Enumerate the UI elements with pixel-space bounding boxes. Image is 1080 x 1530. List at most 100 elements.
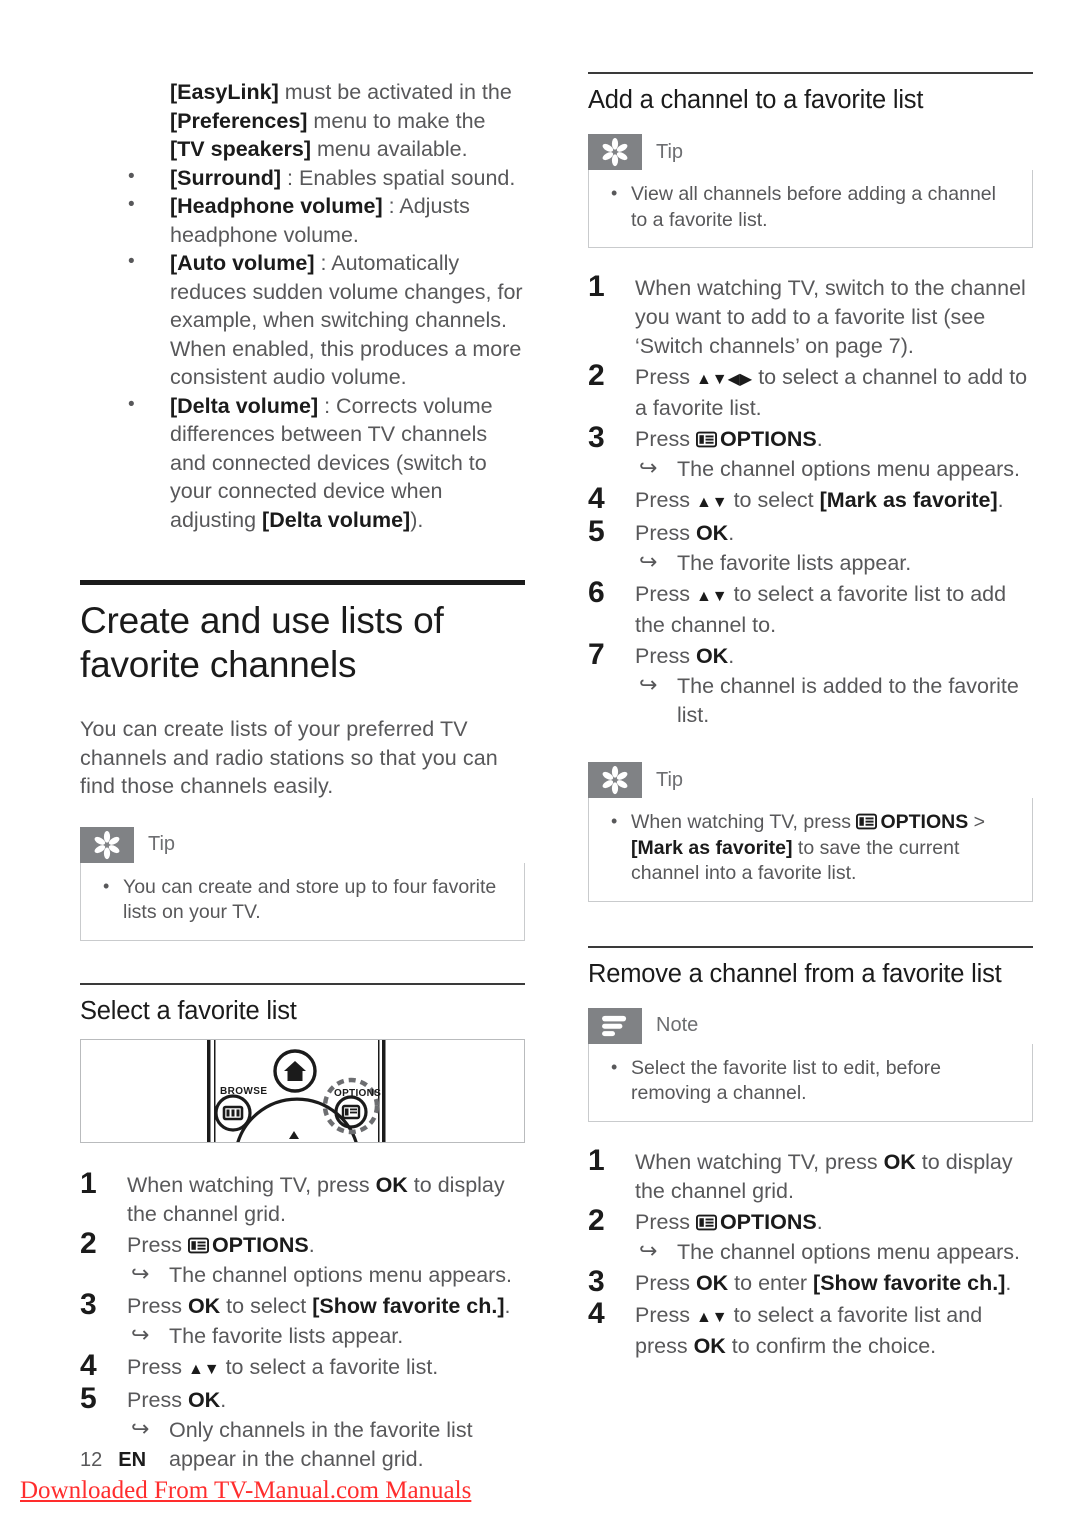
step-item: 6 Press ▲▼ to select a favorite list to a… (588, 576, 1033, 640)
tip-item-list: View all channels before adding a channe… (605, 181, 1016, 233)
step-text: Press OK to enter [Show favorite ch.]. (635, 1270, 1012, 1295)
step-text: Press OPTIONS. (127, 1232, 315, 1257)
step-item: 7 Press OK.The channel is added to the fa… (588, 638, 1033, 730)
remote-control-illustration: BROWSE OPTIONS (207, 1039, 386, 1142)
step-text: Press ▲▼ to select a favorite list and p… (635, 1302, 983, 1358)
step-text: Press OK. (127, 1387, 227, 1412)
step-result: The channel options menu appears. (635, 1236, 1033, 1267)
step-text: Press ▲▼ to select a favorite list. (127, 1354, 439, 1379)
options-icon-line-2 (350, 1111, 357, 1113)
step-text: Press OK. (635, 521, 735, 545)
emphasis-text: OPTIONS (211, 1232, 309, 1257)
tip-label: Tip (148, 833, 176, 855)
tip-callout-view-all-channels: Tip View all channels before adding a ch… (588, 134, 1033, 248)
options-icon (695, 431, 717, 448)
step-item: 4 Press ▲▼ to select [Mark as favorite]. (588, 482, 1033, 517)
step-number: 4 (588, 482, 605, 515)
step-number: 2 (80, 1226, 97, 1260)
direction-arrows-icon: ▲▼ (695, 588, 728, 605)
manual-page: [EasyLink] must be activated in the [Pre… (0, 0, 1080, 1530)
tip-badge (588, 762, 642, 798)
callout-header: Tip (80, 826, 525, 863)
step-result: The channel options menu appears. (635, 453, 1033, 484)
step-item: 4 Press ▲▼ to select a favorite list and … (588, 1297, 1033, 1361)
menu-term: [Surround] (170, 165, 282, 190)
step-text: Press ▲▼ to select [Mark as favorite]. (635, 488, 1004, 512)
tip-callout-mark-as-favorite: Tip When watching TV, press OPTIONS > [M… (588, 762, 1033, 902)
note-label: Note (656, 1014, 699, 1036)
chapter-rule (80, 580, 525, 585)
list-item: [Surround] : Enables spatial sound. (80, 163, 525, 193)
tip-label: Tip (656, 768, 684, 791)
emphasis-text: OK (187, 1293, 221, 1318)
emphasis-text: OPTIONS (719, 1209, 817, 1234)
emphasis-text: OPTIONS (880, 811, 969, 833)
step-text: Press OPTIONS. (635, 427, 823, 451)
remote-edge-right-2 (382, 1039, 386, 1142)
emphasis-text: OK (375, 1172, 408, 1197)
step-number: 5 (80, 1381, 97, 1415)
direction-arrows-icon: ▲▼ (187, 1360, 220, 1378)
options-icon (856, 813, 878, 830)
list-item: When watching TV, press OPTIONS > [Mark … (605, 809, 1016, 887)
section-heading-select-favorite-list: Select a favorite list (80, 996, 297, 1025)
options-icon (695, 1214, 717, 1230)
tip-body: When watching TV, press OPTIONS > [Mark … (588, 798, 1033, 902)
remote-edge-left-2 (214, 1039, 216, 1142)
page-title: Create and use lists of favorite channel… (80, 600, 444, 685)
step-result: The channel options menu appears. (127, 1259, 525, 1290)
step-item: 2 Press ▲▼◀▶ to select a channel to add t… (588, 359, 1033, 423)
watermark-link[interactable]: Downloaded From TV-Manual.com Manuals (20, 1477, 471, 1505)
step-item: 1 When watching TV, switch to the channel… (588, 270, 1033, 361)
step-text: When watching TV, press OK to display th… (127, 1172, 505, 1226)
step-text: When watching TV, press OK to display th… (635, 1149, 1013, 1203)
step-item: 5 Press OK.Only channels in the favorite … (80, 1382, 525, 1474)
emphasis-text: OK (695, 521, 729, 545)
list-item: View all channels before adding a channe… (605, 181, 1016, 233)
step-item: 3 Press OK to enter [Show favorite ch.]. (588, 1265, 1033, 1299)
page-number: 12 (80, 1449, 103, 1471)
step-text: Press ▲▼◀▶ to select a channel to add to… (635, 365, 1028, 420)
direction-arrows-icon: ▲▼◀▶ (695, 371, 753, 388)
step-item: 3 Press OPTIONS.The channel options menu … (588, 421, 1033, 484)
steps-select-favorite-list: 1 When watching TV, press OK to display t… (80, 1167, 525, 1474)
step-number: 2 (588, 359, 605, 392)
emphasis-text: [Mark as favorite] (631, 836, 793, 859)
step-number: 1 (588, 270, 605, 303)
emphasis-text: OK (695, 644, 729, 668)
step-number: 4 (588, 1296, 605, 1330)
list-item: [Delta volume] : Corrects volume differe… (80, 391, 525, 535)
direction-arrows-icon: ▲▼ (695, 494, 728, 511)
emphasis-text: OK (883, 1149, 916, 1174)
note-body: Select the favorite list to edit, before… (588, 1043, 1033, 1122)
tip-label: Tip (656, 140, 684, 163)
up-arrow-icon (289, 1130, 299, 1139)
step-number: 3 (80, 1287, 97, 1321)
callout-header: Tip (588, 134, 1033, 170)
list-item: Select the favorite list to edit, before… (605, 1055, 1016, 1107)
note-item-list: Select the favorite list to edit, before… (605, 1055, 1016, 1107)
steps-remove-channel: 1 When watching TV, press OK to display t… (588, 1144, 1033, 1361)
list-item: [Auto volume] : Automatically reduces su… (80, 248, 525, 392)
tip-body: View all channels before adding a channe… (588, 170, 1033, 248)
menu-term: [Preferences] (170, 108, 308, 133)
step-item: 5 Press OK.The favorite lists appear. (588, 515, 1033, 578)
step-item: 2 Press OPTIONS.The channel options menu … (588, 1204, 1033, 1267)
section-heading-remove-channel: Remove a channel from a favorite list (588, 959, 1002, 988)
sound-options-list: [Surround] : Enables spatial sound.[Head… (80, 163, 525, 535)
list-item: [Headphone volume] : Adjusts headphone v… (80, 191, 525, 249)
list-item: You can create and store up to four favo… (97, 874, 508, 926)
tip-body: You can create and store up to four favo… (80, 862, 525, 941)
step-number: 6 (588, 576, 605, 609)
step-number: 5 (588, 515, 605, 548)
chapter-intro-text: You can create lists of your preferred T… (80, 717, 498, 798)
menu-term: [Headphone volume] (170, 194, 383, 218)
step-text: Press OK to select [Show favorite ch.]. (127, 1293, 511, 1318)
step-text: When watching TV, switch to the channel … (635, 276, 1026, 358)
menu-term: [Delta volume] (262, 507, 411, 532)
browse-icon-bar-3 (236, 1109, 240, 1116)
steps-add-channel: 1 When watching TV, switch to the channel… (588, 270, 1033, 730)
tip-callout-four-lists: Tip You can create and store up to four … (80, 826, 525, 941)
tip-badge (588, 134, 642, 170)
menu-term: [Delta volume] (170, 393, 319, 418)
